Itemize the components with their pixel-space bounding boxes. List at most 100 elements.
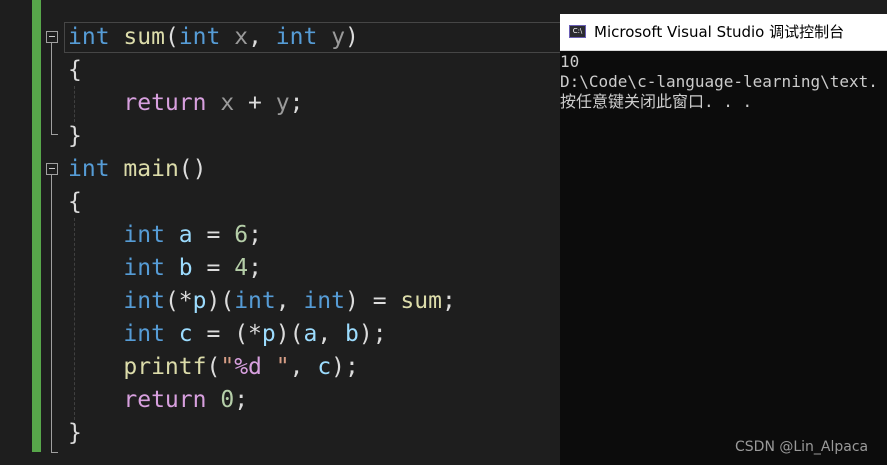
code-line[interactable]: return 0; <box>68 384 248 417</box>
code-token: int <box>123 288 165 314</box>
code-token: p <box>192 288 207 314</box>
code-token: int <box>68 24 110 50</box>
code-token: main <box>123 156 179 182</box>
code-token: ; <box>289 90 304 116</box>
code-token: + <box>234 90 276 116</box>
code-token: , <box>289 354 318 380</box>
code-token: printf <box>123 354 207 380</box>
code-line[interactable]: int(*p)(int, int) = sum; <box>68 285 456 318</box>
code-token: , <box>248 24 276 50</box>
collapse-sum-function-icon[interactable] <box>46 31 58 43</box>
code-token: a <box>303 321 318 347</box>
collapse-main-function-icon[interactable] <box>46 163 58 175</box>
code-token: { <box>68 189 82 215</box>
code-token: 0 <box>220 387 235 413</box>
code-token: )( <box>206 288 235 314</box>
code-token: = <box>192 222 235 248</box>
console-output-line: 按任意键关闭此窗口. . . <box>560 92 753 111</box>
code-line[interactable]: int main() <box>68 153 207 186</box>
code-token: } <box>68 420 82 446</box>
code-line[interactable]: { <box>68 186 82 219</box>
code-token: b <box>178 255 193 281</box>
code-token: , <box>317 321 346 347</box>
code-token: int <box>275 24 318 50</box>
code-token: ; <box>248 222 262 248</box>
code-line[interactable]: int sum(int x, int y) <box>68 21 359 54</box>
fold-region-end-sum <box>51 134 58 135</box>
outlining-gutter <box>41 0 64 465</box>
code-token: %d <box>234 354 262 380</box>
code-token: { <box>68 57 82 83</box>
code-token: return <box>123 90 207 116</box>
code-token: y <box>275 90 290 116</box>
code-token: ; <box>441 288 456 314</box>
code-token: ); <box>331 354 359 380</box>
code-token: " <box>220 354 235 380</box>
code-token: b <box>345 321 359 347</box>
code-line[interactable]: int a = 6; <box>68 219 262 252</box>
code-token: int <box>123 321 165 347</box>
code-token: ( <box>206 354 221 380</box>
code-token: x <box>220 90 235 116</box>
editor-left-margin <box>0 0 32 465</box>
code-token: ; <box>234 387 249 413</box>
code-line[interactable]: int b = 4; <box>68 252 262 285</box>
console-title-bar[interactable]: C:\ Microsoft Visual Studio 调试控制台 <box>560 14 887 51</box>
code-token: int <box>303 288 345 314</box>
console-output-line: D:\Code\c-language-learning\text. <box>560 72 878 91</box>
code-token: , <box>275 288 304 314</box>
code-line[interactable]: printf("%d ", c); <box>68 351 359 384</box>
code-token: ; <box>248 255 262 281</box>
code-line[interactable]: } <box>68 120 82 153</box>
code-token: int <box>234 288 276 314</box>
fold-region-line-main <box>51 175 52 452</box>
code-token: ) <box>345 24 359 50</box>
code-token: int <box>123 255 165 281</box>
code-token: c <box>178 321 193 347</box>
console-output-line: 10 <box>560 52 580 71</box>
fold-region-line-sum <box>51 43 52 134</box>
console-title: Microsoft Visual Studio 调试控制台 <box>594 23 845 41</box>
code-token: 6 <box>234 222 249 248</box>
change-tracking-bar <box>32 0 41 452</box>
code-token: int <box>178 24 221 50</box>
code-token: (* <box>164 288 193 314</box>
code-token: c <box>317 354 332 380</box>
code-token: p <box>261 321 276 347</box>
code-token: sum <box>123 24 165 50</box>
code-token: ); <box>358 321 387 347</box>
code-line[interactable]: { <box>68 54 82 87</box>
code-token: a <box>178 222 193 248</box>
code-token: 4 <box>234 255 249 281</box>
code-token: return <box>123 387 207 413</box>
code-token: )( <box>275 321 304 347</box>
code-line[interactable]: return x + y; <box>68 87 303 120</box>
csdn-watermark: CSDN @Lin_Alpaca <box>735 439 869 455</box>
debug-console-window[interactable]: C:\ Microsoft Visual Studio 调试控制台 10 D:\… <box>560 14 887 465</box>
code-token: } <box>68 123 82 149</box>
code-line[interactable]: int c = (*p)(a, b); <box>68 318 387 351</box>
code-token: y <box>331 24 346 50</box>
code-token: () <box>178 156 207 182</box>
code-token: " <box>261 354 290 380</box>
code-token: x <box>234 24 249 50</box>
fold-region-end-main <box>51 452 58 453</box>
code-line[interactable]: } <box>68 417 82 450</box>
console-app-icon: C:\ <box>569 25 586 38</box>
code-token: = (* <box>192 321 262 347</box>
code-token: int <box>68 156 110 182</box>
